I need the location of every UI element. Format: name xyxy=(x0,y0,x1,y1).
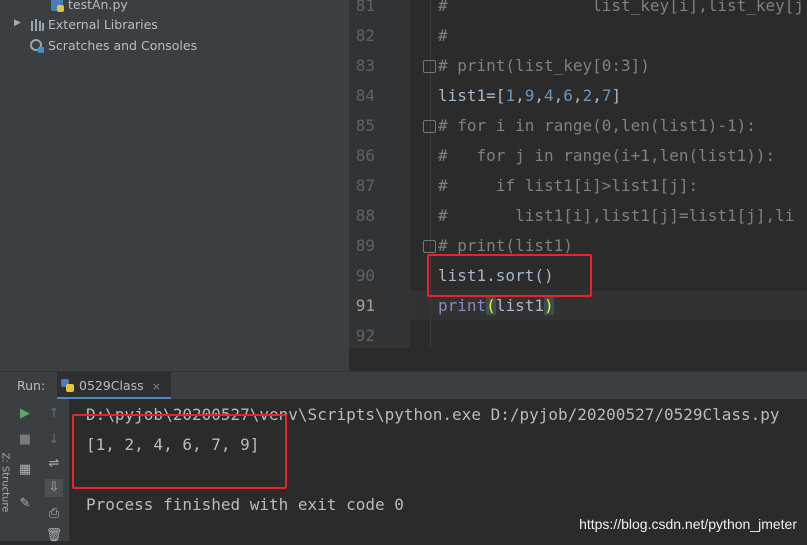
code-line: # xyxy=(438,26,448,45)
line-number: 86 xyxy=(355,146,375,165)
close-icon[interactable]: × xyxy=(152,380,161,393)
watermark: https://blog.csdn.net/python_jmeter xyxy=(579,516,797,532)
line-number: 82 xyxy=(355,26,375,45)
scroll-down-icon[interactable]: ↓ xyxy=(45,431,63,449)
run-panel-header: Run: 0529Class × xyxy=(0,371,807,400)
tree-item-scratches[interactable]: Scratches and Consoles xyxy=(30,36,197,56)
line-number: 81 xyxy=(355,0,375,15)
tree-item-label: External Libraries xyxy=(48,17,158,32)
tree-item-label: Scratches and Consoles xyxy=(48,38,198,53)
line-number-gutter: 81 82 83 84 85 86 87 88 89 90 91 92 xyxy=(349,0,410,348)
tab-run-config[interactable]: 0529Class × xyxy=(57,372,171,400)
line-number: 84 xyxy=(355,86,375,105)
python-icon xyxy=(61,374,74,392)
code-editor[interactable]: # list_key[i],list_key[j # # print(list_… xyxy=(410,0,807,348)
code-line: # if list1[i]>list1[j]: xyxy=(438,176,699,195)
run-label: Run: xyxy=(17,378,46,393)
library-icon xyxy=(30,18,44,32)
soft-wrap-icon[interactable]: ⇌ xyxy=(45,455,63,473)
tree-item-testan[interactable]: testAn.py xyxy=(50,0,128,15)
line-number: 87 xyxy=(355,176,375,195)
fold-marker-icon[interactable] xyxy=(423,120,436,133)
line-number: 89 xyxy=(355,236,375,255)
tab-label: 0529Class xyxy=(79,378,144,393)
scroll-up-icon[interactable]: ↑ xyxy=(45,405,63,423)
code-line: list1=[1,9,4,6,2,7] xyxy=(438,86,622,105)
line-number: 85 xyxy=(355,116,375,135)
code-line: # print(list_key[0:3]) xyxy=(438,56,650,75)
tree-item-label: testAn.py xyxy=(68,0,128,12)
layout-icon[interactable]: ▦ xyxy=(16,461,34,479)
project-panel: testAn.py ▶ External Libraries Scratches… xyxy=(0,0,349,371)
console-exit-line: Process finished with exit code 0 xyxy=(86,495,404,514)
annotation-highlight-box xyxy=(427,254,592,297)
code-line: # for i in range(0,len(list1)-1): xyxy=(438,116,756,135)
pin-icon[interactable]: ✎ xyxy=(16,495,34,513)
line-number-current: 91 xyxy=(355,296,375,315)
code-line: # list1[i],list1[j]=list1[j],li xyxy=(438,206,795,225)
run-toolbar-secondary: ↑ ↓ ⇌ ⇩ ⎙ 🗑 xyxy=(40,399,70,543)
trash-icon[interactable]: 🗑 xyxy=(45,527,63,545)
line-number: 88 xyxy=(355,206,375,225)
tree-item-external-libraries[interactable]: External Libraries xyxy=(30,15,158,35)
line-number: 83 xyxy=(355,56,375,75)
run-toolbar: ▶ ■ ▦ ✎ xyxy=(10,399,40,541)
scroll-to-end-icon[interactable]: ⇩ xyxy=(45,479,63,497)
stop-icon[interactable]: ■ xyxy=(16,431,34,449)
structure-tool-label[interactable]: Z: Structure xyxy=(0,453,11,513)
expand-arrow-icon[interactable]: ▶ xyxy=(14,18,21,28)
rerun-icon[interactable]: ▶ xyxy=(16,405,34,423)
fold-marker-icon[interactable] xyxy=(423,240,436,253)
line-number: 92 xyxy=(355,326,375,345)
scratches-icon xyxy=(30,39,44,53)
annotation-highlight-box xyxy=(72,414,287,489)
code-line: # list_key[i],list_key[j xyxy=(438,0,805,15)
print-icon[interactable]: ⎙ xyxy=(45,505,63,523)
line-number: 90 xyxy=(355,266,375,285)
python-file-icon xyxy=(50,0,64,12)
fold-marker-icon[interactable] xyxy=(423,60,436,73)
code-line: # for j in range(i+1,len(list1)): xyxy=(438,146,776,165)
